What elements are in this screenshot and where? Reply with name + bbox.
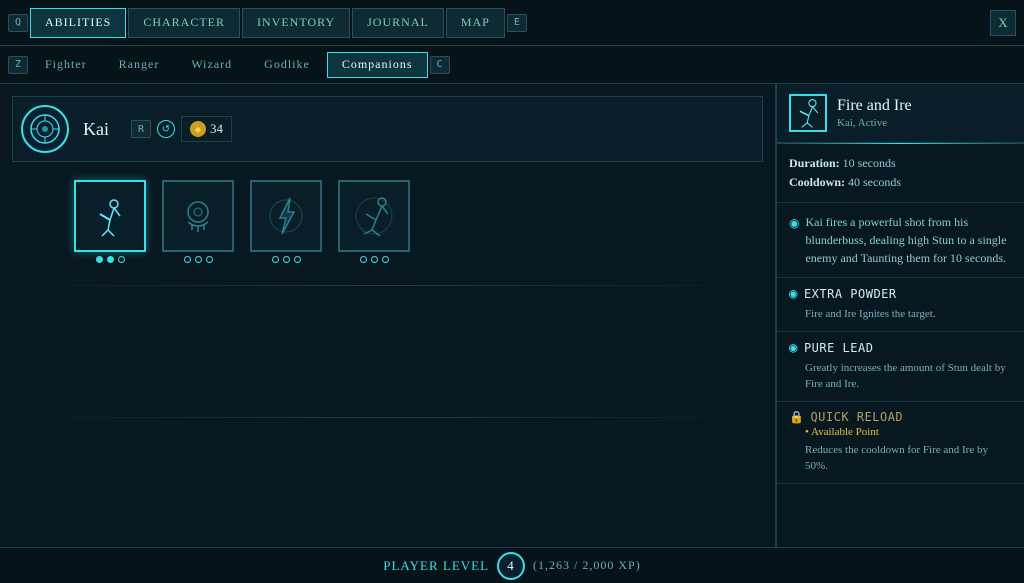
available-point-label: • Available Point [789, 426, 1012, 438]
ability-slot-3 [250, 180, 322, 263]
currency-amount: 34 [210, 121, 223, 137]
left-panel: Kai R ↺ ◆ 34 [0, 84, 776, 547]
description-text: Kai fires a powerful shot from his blund… [805, 213, 1012, 267]
companion-name: Kai [83, 119, 109, 140]
dot [195, 256, 202, 263]
player-level-badge: 4 [497, 552, 525, 580]
ability-icon-2[interactable] [162, 180, 234, 252]
subtab-ranger[interactable]: Ranger [104, 52, 175, 78]
tab-journal[interactable]: JOURNAL [352, 8, 444, 38]
ability-slot-4 [338, 180, 410, 263]
tab-character[interactable]: CHARACTER [128, 8, 240, 38]
subtab-wizard[interactable]: Wizard [176, 52, 247, 78]
description-bullet: ◉ Kai fires a powerful shot from his blu… [789, 213, 1012, 267]
divider-1 [12, 285, 763, 286]
lock-icon: 🔒 [789, 410, 804, 424]
dot [360, 256, 367, 263]
sub-hotkey-z: Z [8, 56, 28, 74]
map-hotkey: E [507, 14, 527, 32]
dot [96, 256, 103, 263]
ability-detail-icon [789, 94, 827, 132]
sub-hotkey-c: C [430, 56, 450, 74]
dot [184, 256, 191, 263]
upgrade-desc-pure-lead: Greatly increases the amount of Stun dea… [789, 360, 1012, 393]
upgrade-pure-lead[interactable]: ◉ PURE LEAD Greatly increases the amount… [777, 332, 1024, 402]
dot [283, 256, 290, 263]
tab-inventory[interactable]: INVENTORY [242, 8, 350, 38]
dot [272, 256, 279, 263]
bottom-bar: PLAYER LEVEL 4 (1,263 / 2,000 XP) [0, 547, 1024, 583]
ability-dots-4 [360, 256, 389, 263]
subtab-companions[interactable]: Companions [327, 52, 428, 78]
duration-line: Duration: 10 seconds [789, 154, 1012, 173]
cooldown-line: Cooldown: 40 seconds [789, 173, 1012, 192]
xp-display: (1,263 / 2,000 XP) [533, 558, 641, 573]
bullet-icon: ◉ [789, 214, 799, 267]
upgrade-desc-extra-powder: Fire and Ire Ignites the target. [789, 306, 1012, 323]
currency-hotkey-r: R [131, 120, 151, 138]
companion-portrait-icon [21, 105, 69, 153]
dot [206, 256, 213, 263]
tab-map[interactable]: MAP [446, 8, 505, 38]
ability-slot-2 [162, 180, 234, 263]
sub-nav: Z Fighter Ranger Wizard Godlike Companio… [0, 46, 1024, 84]
dot [294, 256, 301, 263]
ability-icon-4[interactable] [338, 180, 410, 252]
gold-icon: ◆ [190, 121, 206, 137]
upgrade-quick-reload[interactable]: 🔒 QUICK RELOAD • Available Point Reduces… [777, 402, 1024, 484]
divider-2 [12, 417, 763, 418]
tab-abilities[interactable]: ABILITIES [30, 8, 126, 38]
upgrade-desc-quick-reload: Reduces the cooldown for Fire and Ire by… [789, 442, 1012, 475]
main-layout: Kai R ↺ ◆ 34 [0, 84, 1024, 547]
upgrade-extra-powder[interactable]: ◉ EXTRA POWDER Fire and Ire Ignites the … [777, 278, 1024, 332]
refresh-button[interactable]: ↺ [157, 120, 175, 138]
currency-display: ◆ 34 [181, 116, 232, 142]
dot [371, 256, 378, 263]
subtab-godlike[interactable]: Godlike [249, 52, 325, 78]
ability-title: Fire and Ire [837, 97, 912, 115]
upgrade-title-pure-lead: ◉ PURE LEAD [789, 340, 1012, 356]
ability-detail-header: Fire and Ire Kai, Active [777, 84, 1024, 143]
close-button[interactable]: X [990, 10, 1016, 36]
player-level-label: PLAYER LEVEL [383, 558, 489, 574]
subtab-fighter[interactable]: Fighter [30, 52, 102, 78]
upgrade-bullet-icon: ◉ [789, 340, 798, 356]
upgrade-bullet-icon: ◉ [789, 286, 798, 302]
ability-subtitle: Kai, Active [837, 117, 912, 129]
ability-dots-2 [184, 256, 213, 263]
abilities-row [74, 172, 763, 271]
dot [382, 256, 389, 263]
upgrade-label: EXTRA POWDER [804, 287, 897, 301]
ability-dots-3 [272, 256, 301, 263]
ability-detail-text: Fire and Ire Kai, Active [837, 97, 912, 129]
upgrade-label: QUICK RELOAD [810, 410, 903, 424]
ability-description: ◉ Kai fires a powerful shot from his blu… [777, 203, 1024, 278]
ability-stats: Duration: 10 seconds Cooldown: 40 second… [777, 144, 1024, 203]
ability-icon-1[interactable] [74, 180, 146, 252]
upgrade-title-quick-reload: 🔒 QUICK RELOAD [789, 410, 1012, 424]
right-panel: Fire and Ire Kai, Active Duration: 10 se… [776, 84, 1024, 547]
dot [107, 256, 114, 263]
ability-icon-3[interactable] [250, 180, 322, 252]
ability-dots-1 [96, 256, 125, 263]
top-nav: Q ABILITIES CHARACTER INVENTORY JOURNAL … [0, 0, 1024, 46]
abilities-hotkey: Q [8, 14, 28, 32]
dot [118, 256, 125, 263]
ability-slot-1 [74, 180, 146, 263]
upgrade-label: PURE LEAD [804, 341, 874, 355]
upgrade-title-extra-powder: ◉ EXTRA POWDER [789, 286, 1012, 302]
companion-row: Kai R ↺ ◆ 34 [12, 96, 763, 162]
